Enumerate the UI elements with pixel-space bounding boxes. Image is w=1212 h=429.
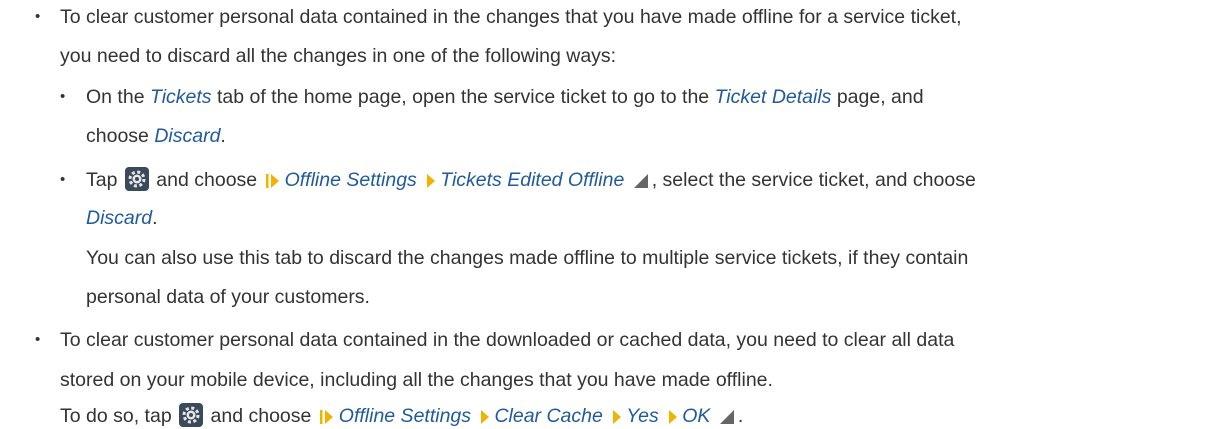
text: On the	[86, 86, 150, 108]
ui-term-tickets: Tickets	[149, 86, 212, 108]
text: Tap	[86, 169, 118, 191]
ui-term-discard: Discard	[86, 207, 153, 229]
ui-term-yes: Yes	[626, 405, 659, 427]
text: .	[737, 405, 744, 427]
text: tab of the home page, open the service t…	[211, 86, 715, 108]
paragraph-line: To clear customer personal data containe…	[60, 329, 955, 351]
paragraph-line: you need to discard all the changes in o…	[60, 45, 617, 67]
paragraph-line: Discard.	[86, 205, 158, 231]
paragraph-line: On the Tickets tab of the home page, ope…	[86, 84, 924, 110]
chevron-right-icon	[613, 410, 622, 424]
text: page, and	[831, 86, 924, 108]
text: choose	[86, 125, 155, 147]
text: , select the service ticket, and choose	[651, 169, 976, 191]
text: and choose	[156, 169, 258, 191]
paragraph-line: personal data of your customers.	[86, 286, 370, 308]
text: To do so, tap	[60, 405, 172, 427]
paragraph-line: You can also use this tab to discard the…	[86, 247, 969, 269]
bullet: •	[35, 331, 41, 348]
paragraph-line: stored on your mobile device, including …	[60, 369, 773, 391]
paragraph-line: To clear customer personal data containe…	[60, 6, 962, 28]
text: .	[220, 125, 226, 147]
chevron-right-icon	[669, 410, 678, 424]
ui-term-offline-settings: Offline Settings	[338, 405, 472, 427]
chevron-right-icon	[481, 410, 490, 424]
path-start-icon	[319, 410, 333, 424]
sub-bullet: •	[60, 88, 66, 105]
gear-icon	[124, 167, 149, 191]
paragraph-line: choose Discard.	[86, 123, 226, 149]
ui-term-offline-settings: Offline Settings	[284, 169, 417, 191]
path-start-icon	[265, 174, 279, 188]
ui-term-clear-cache: Clear Cache	[494, 405, 603, 427]
path-end-icon	[719, 410, 734, 424]
ui-term-ticket-details: Ticket Details	[714, 86, 832, 108]
document: • To clear customer personal data contai…	[0, 0, 1212, 427]
path-end-icon	[633, 174, 648, 188]
paragraph-line: Tap and choose Offline Settings Tickets …	[86, 167, 976, 193]
bullet: •	[35, 8, 41, 25]
text: and choose	[210, 405, 312, 427]
ui-term-discard: Discard	[154, 125, 221, 147]
text: .	[152, 207, 158, 229]
paragraph-line: To do so, tap and choose Offline Setting…	[60, 403, 743, 429]
chevron-right-icon	[427, 174, 436, 188]
sub-bullet: •	[60, 171, 66, 188]
ui-term-ok: OK	[682, 405, 711, 427]
ui-term-tickets-edited-offline: Tickets Edited Offline	[440, 169, 625, 191]
gear-icon	[179, 403, 204, 427]
